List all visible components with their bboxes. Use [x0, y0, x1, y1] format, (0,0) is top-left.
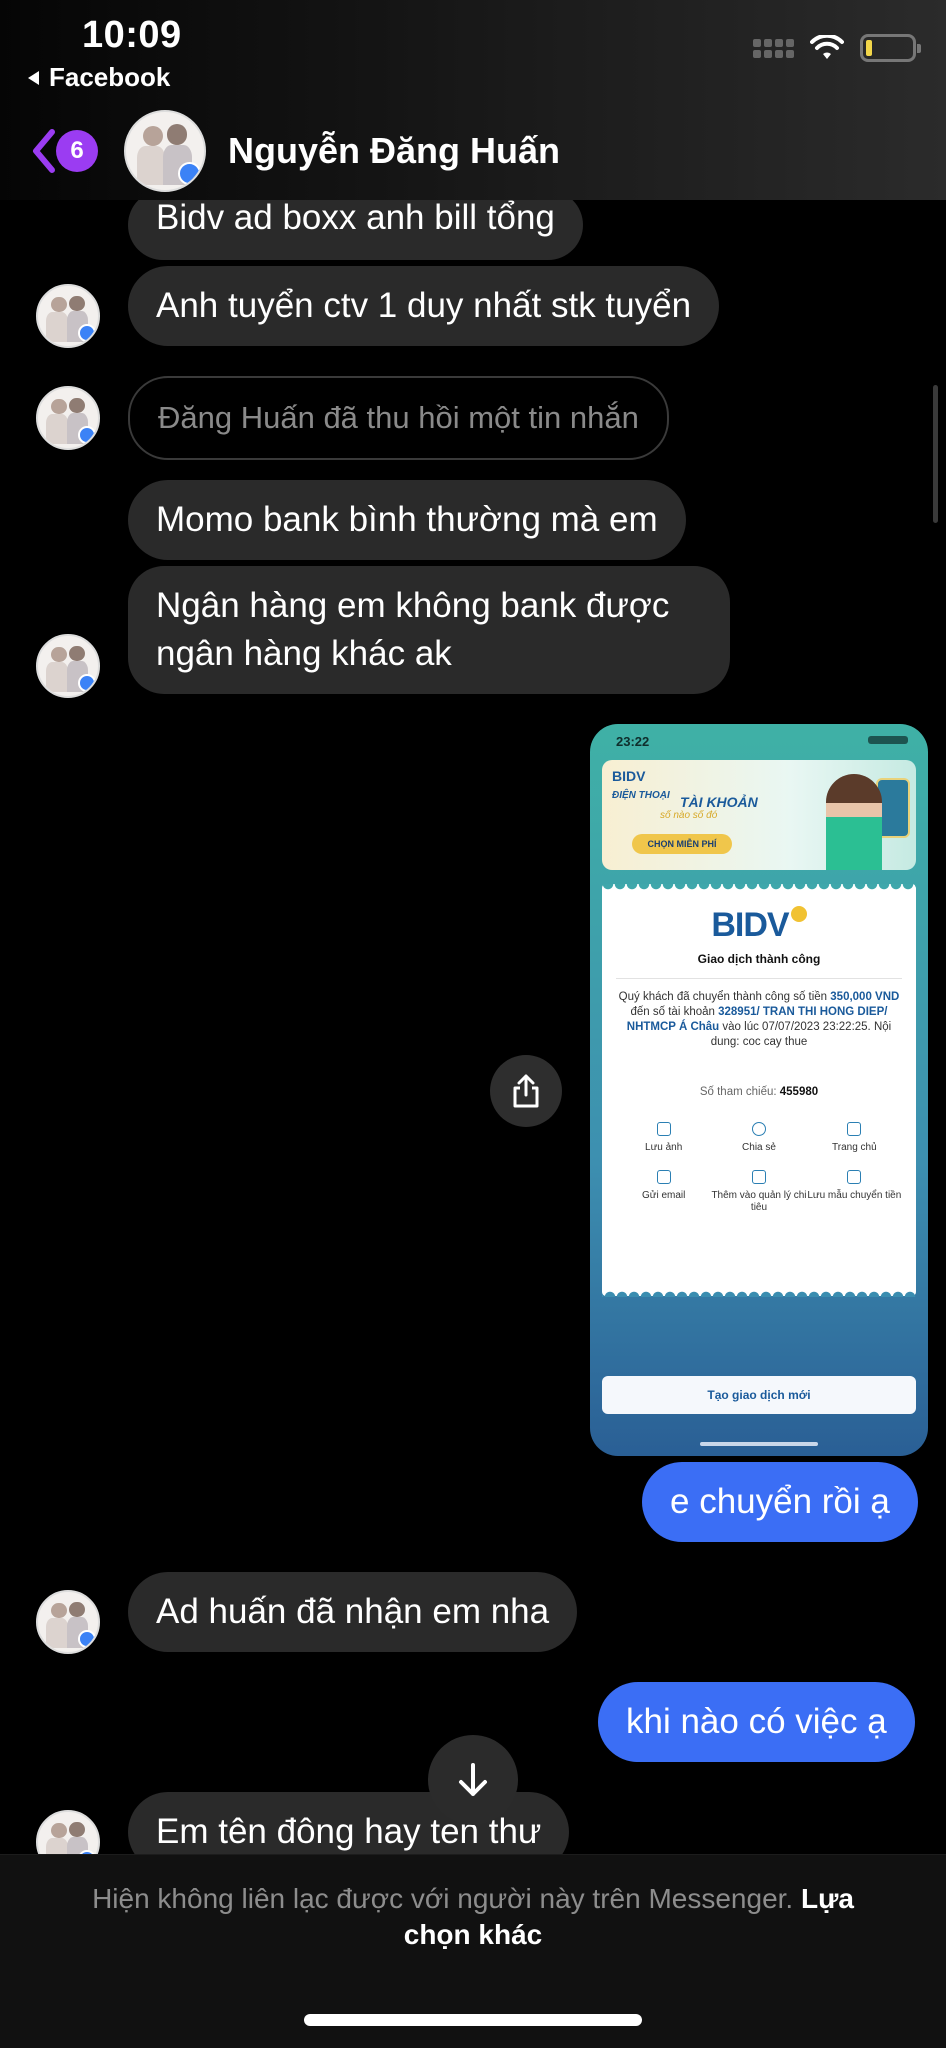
- email-action: Gửi email: [616, 1170, 711, 1214]
- bank-ad-banner: BIDV ĐIỆN THOẠI TÀI KHOẢN số nào số đó C…: [602, 760, 916, 870]
- message-incoming[interactable]: Anh tuyển ctv 1 duy nhất stk tuyển: [128, 266, 720, 346]
- share-icon: [513, 1074, 539, 1108]
- clipboard-icon: [751, 1170, 766, 1184]
- image-icon: [656, 1122, 671, 1136]
- attachment-status-icons: [868, 736, 908, 744]
- attachment-status-time: 23:22: [616, 734, 650, 749]
- back-arrow-icon: [28, 70, 39, 85]
- sender-avatar[interactable]: [36, 284, 100, 348]
- battery-icon: [860, 34, 921, 62]
- receipt-reference: Số tham chiếu: 455980: [699, 1086, 819, 1098]
- back-to-app-link[interactable]: Facebook: [28, 62, 170, 93]
- contact-avatar[interactable]: [124, 110, 206, 192]
- scrollbar[interactable]: [933, 385, 938, 523]
- back-button[interactable]: 6: [28, 126, 98, 176]
- chevron-left-icon: [33, 129, 55, 173]
- receipt-logo: BIDV: [602, 906, 916, 945]
- sender-avatar[interactable]: [36, 634, 100, 698]
- mail-icon: [656, 1170, 671, 1184]
- share-attachment-button[interactable]: [490, 1055, 562, 1127]
- contact-name[interactable]: Nguyễn Đăng Huấn: [228, 130, 560, 172]
- status-icons: [753, 34, 921, 62]
- attachment-home-indicator: [700, 1442, 818, 1446]
- unavailable-notice: Hiện không liên lạc được với người này t…: [92, 1883, 854, 1950]
- message-outgoing[interactable]: e chuyển rồi ạ: [642, 1462, 918, 1542]
- ad-line2: TÀI KHOẢN: [680, 794, 758, 810]
- back-app-label: Facebook: [49, 62, 171, 92]
- home-indicator[interactable]: [304, 2014, 642, 2026]
- status-time: 10:09: [82, 14, 182, 56]
- sender-avatar[interactable]: [36, 386, 100, 450]
- conversation-nav: 6 Nguyễn Đăng Huấn: [0, 108, 946, 196]
- new-transaction-button: Tạo giao dịch mới: [602, 1376, 916, 1414]
- home-action: Trang chủ: [807, 1122, 902, 1154]
- transfer-receipt: BIDV Giao dịch thành công Quý khách đã c…: [602, 884, 916, 1296]
- message-incoming[interactable]: Ad huấn đã nhận em nha: [128, 1572, 578, 1652]
- bidv-flower-icon: [790, 906, 807, 922]
- unsent-message-notice: Đăng Huấn đã thu hồi một tin nhắn: [128, 376, 669, 460]
- image-attachment[interactable]: 23:22 BIDV ĐIỆN THOẠI TÀI KHOẢN số nào s…: [590, 724, 928, 1456]
- ad-logo: BIDV: [612, 768, 646, 784]
- receipt-description: Quý khách đã chuyển thành công số tiền 3…: [618, 991, 900, 1048]
- wifi-icon: [810, 35, 844, 59]
- chat-header: 10:09 Facebook 6 Nguyễn Đăng Huấn: [0, 0, 946, 200]
- message-incoming[interactable]: Ngân hàng em không bank được ngân hàng k…: [128, 566, 730, 694]
- ad-line1: ĐIỆN THOẠI: [612, 790, 670, 801]
- receipt-status: Giao dịch thành công: [697, 952, 821, 966]
- ad-line3: số nào số đó: [660, 810, 718, 821]
- save-image-action: Lưu ảnh: [616, 1122, 711, 1154]
- home-icon: [847, 1122, 862, 1136]
- sender-avatar[interactable]: [36, 1590, 100, 1654]
- share-action: Chia sẻ: [711, 1122, 806, 1154]
- message-incoming[interactable]: Bidv ad boxx anh bill tổng: [128, 190, 583, 260]
- expense-action: Thêm vào quản lý chi tiêu: [711, 1170, 807, 1214]
- message-outgoing[interactable]: khi nào có việc ạ: [598, 1682, 915, 1762]
- unread-count-badge: 6: [56, 130, 98, 172]
- document-icon: [847, 1170, 862, 1184]
- message-incoming[interactable]: Momo bank bình thường mà em: [128, 480, 686, 560]
- cellular-signal-icon: [753, 38, 794, 58]
- save-template-action: Lưu mẫu chuyển tiền: [807, 1170, 902, 1214]
- scroll-to-bottom-button[interactable]: [428, 1735, 518, 1825]
- verified-icon: [177, 161, 201, 186]
- arrow-down-icon: [459, 1763, 487, 1796]
- ad-button: CHỌN MIỄN PHÍ: [632, 834, 732, 854]
- receipt-actions: Lưu ảnh Chia sẻ Trang chủ Gửi email Thêm…: [616, 1122, 902, 1214]
- share-icon: [751, 1122, 766, 1136]
- ad-person-image: [826, 774, 882, 870]
